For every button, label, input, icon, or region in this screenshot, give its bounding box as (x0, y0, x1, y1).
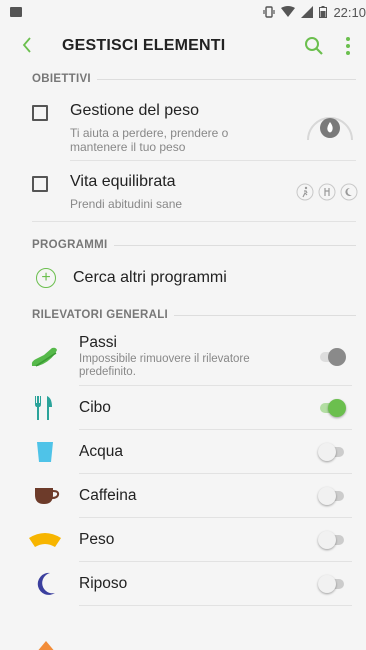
tracker-label: Caffeina (79, 486, 137, 504)
activity-food-sleep-icons (296, 183, 358, 201)
steps-toggle (318, 347, 346, 367)
food-toggle[interactable] (318, 398, 346, 418)
tracker-row-sleep[interactable]: Riposo (0, 562, 366, 606)
coffee-cup-icon (35, 488, 60, 504)
tracker-label: Acqua (79, 442, 123, 460)
trackers-header-label: RILEVATORI GENERALI (32, 309, 169, 321)
caffeine-toggle[interactable] (318, 486, 346, 506)
tracker-row-weight[interactable]: Peso (0, 518, 366, 562)
sleep-toggle[interactable] (318, 574, 346, 594)
tracker-row-caffeine[interactable]: Caffeina (0, 474, 366, 518)
goal-item-weight[interactable]: Gestione del peso Ti aiuta a perdere, pr… (0, 88, 366, 160)
moon-icon (37, 572, 55, 595)
status-icons: 22:10 (263, 5, 366, 20)
find-more-programs-button[interactable]: + Cerca altri programmi (0, 256, 366, 300)
tracker-label: Passi (79, 334, 117, 351)
tracker-row-water[interactable]: Acqua (0, 430, 366, 474)
goal-checkbox-balanced[interactable] (32, 176, 48, 192)
chevron-left-icon (22, 37, 31, 53)
find-more-programs-label: Cerca altri programmi (73, 269, 227, 286)
page-title: GESTISCI ELEMENTI (62, 37, 226, 54)
tracker-row-food[interactable]: Cibo (0, 386, 366, 430)
shoe-icon (31, 347, 57, 367)
weight-toggle[interactable] (318, 530, 346, 550)
tracker-row-steps: Passi Impossibile rimuovere il rilevator… (0, 328, 366, 386)
search-button[interactable] (304, 36, 324, 56)
water-toggle[interactable] (318, 442, 346, 462)
clock: 22:10 (333, 4, 366, 20)
goal-checkbox-weight[interactable] (32, 105, 48, 121)
goals-header-label: OBIETTIVI (32, 73, 91, 85)
back-button[interactable] (10, 34, 50, 58)
scale-icon (29, 533, 61, 547)
next-tracker-icon (38, 641, 54, 650)
water-glass-icon (37, 442, 53, 462)
programs-header-label: PROGRAMMI (32, 239, 108, 251)
section-divider (96, 78, 356, 80)
section-divider (32, 221, 356, 222)
more-vertical-icon[interactable] (344, 37, 352, 55)
tracker-sublabel: Impossibile rimuovere il rilevatore pred… (79, 353, 250, 378)
signal-icon (301, 6, 314, 18)
add-circle-icon: + (36, 268, 56, 288)
tracker-label: Cibo (79, 398, 111, 416)
tracker-label: Riposo (79, 574, 128, 592)
status-bar: 22:10 (0, 0, 366, 24)
moon-small-icon (340, 183, 358, 201)
running-icon (296, 183, 314, 201)
trackers-section-header: RILEVATORI GENERALI (0, 306, 366, 324)
notification-image-icon (10, 7, 22, 17)
tracker-label: Peso (79, 530, 115, 548)
vibrate-icon (263, 6, 276, 18)
section-divider (174, 314, 356, 316)
wifi-icon (281, 6, 296, 17)
goals-section-header: OBIETTIVI (0, 70, 366, 88)
app-bar: GESTISCI ELEMENTI (0, 24, 366, 68)
search-icon (305, 37, 323, 55)
goal-item-balanced-life[interactable]: Vita equilibrata Prendi abitudini sane (0, 161, 366, 221)
fork-knife-icon (35, 396, 52, 420)
section-divider (113, 244, 356, 246)
battery-icon (319, 6, 328, 18)
fork-knife-small-icon (318, 183, 336, 201)
goal-description: Ti aiuta a perdere, prendere o mantenere… (70, 126, 229, 154)
programs-section-header: PROGRAMMI (0, 236, 366, 254)
weight-gauge-icon (307, 117, 353, 141)
